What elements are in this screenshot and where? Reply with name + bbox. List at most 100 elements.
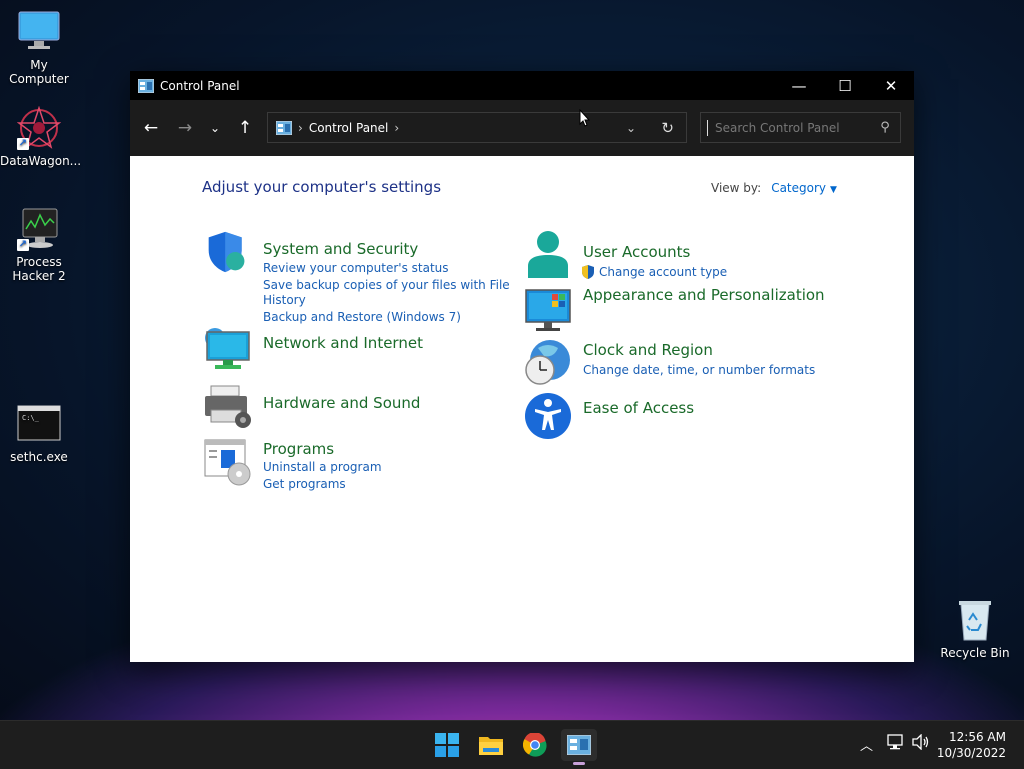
navigation-toolbar: ← → ⌄ ↑ › Control Panel › ⌄ ↻ ⚲ xyxy=(130,100,914,156)
chevron-down-icon: ⌄ xyxy=(209,121,221,135)
taskbar-file-explorer[interactable] xyxy=(473,729,509,761)
desktop-icon-label: Process Hacker 2 xyxy=(12,255,66,283)
volume-icon[interactable] xyxy=(912,733,930,754)
minimize-button[interactable]: — xyxy=(776,71,822,100)
control-panel-window: Control Panel — ☐ ✕ ← → ⌄ ↑ › Control Pa… xyxy=(130,71,914,662)
search-box[interactable]: ⚲ xyxy=(700,112,901,143)
category-link[interactable]: Backup and Restore (Windows 7) xyxy=(263,310,461,324)
clock-globe-icon[interactable] xyxy=(524,338,572,386)
category-link[interactable]: Change date, time, or number formats xyxy=(583,363,815,377)
category-title[interactable]: Appearance and Personalization xyxy=(583,286,825,304)
category-title[interactable]: Hardware and Sound xyxy=(263,394,420,412)
category-system-security: System and Security Review your computer… xyxy=(205,230,510,324)
desktop-icon-label: DataWagon... xyxy=(0,154,82,168)
process-hacker-icon: ↗ xyxy=(17,207,61,251)
forward-button[interactable]: → xyxy=(170,113,200,143)
maximize-button[interactable]: ☐ xyxy=(822,71,868,100)
category-link[interactable]: Review your computer's status xyxy=(263,261,449,275)
desktop-icon-label: Recycle Bin xyxy=(940,646,1010,660)
category-clock-region: Clock and Region Change date, time, or n… xyxy=(524,338,844,388)
search-input[interactable] xyxy=(707,119,870,136)
recycle-bin-icon xyxy=(953,598,997,642)
network-icon[interactable] xyxy=(887,734,905,754)
user-icon[interactable] xyxy=(524,230,572,278)
start-icon xyxy=(435,733,459,757)
close-button[interactable]: ✕ xyxy=(868,71,914,100)
breadcrumb-control-panel[interactable]: Control Panel xyxy=(309,121,389,135)
printer-icon[interactable] xyxy=(203,384,251,432)
category-hardware: Hardware and Sound xyxy=(203,384,503,434)
recent-locations-button[interactable]: ⌄ xyxy=(200,113,230,143)
start-button[interactable] xyxy=(429,729,465,761)
up-arrow-icon: ↑ xyxy=(237,118,253,138)
view-by: View by: Category ▼ xyxy=(711,181,837,195)
control-panel-icon xyxy=(567,735,591,755)
dropdown-arrow-icon[interactable]: ▼ xyxy=(830,185,837,195)
close-icon: ✕ xyxy=(884,76,898,95)
appearance-icon[interactable] xyxy=(524,288,572,336)
category-link[interactable]: Get programs xyxy=(263,477,346,491)
shortcut-arrow-icon: ↗ xyxy=(17,138,29,150)
network-globe-icon[interactable] xyxy=(203,326,251,374)
search-icon[interactable]: ⚲ xyxy=(870,120,900,135)
category-ease-access: Ease of Access xyxy=(524,392,844,442)
minimize-icon: — xyxy=(791,76,807,95)
category-link[interactable]: Change account type xyxy=(599,265,727,279)
control-panel-icon xyxy=(276,120,292,135)
desktop-icon-datawagon[interactable]: ↗ DataWagon... xyxy=(0,105,82,168)
clock-time: 12:56 AM xyxy=(949,730,1006,744)
content-area: Adjust your computer's settings View by:… xyxy=(130,156,914,662)
clock-date: 10/30/2022 xyxy=(936,746,1006,760)
show-hidden-icons-chevron-icon[interactable]: ︿ xyxy=(860,735,873,754)
uac-shield-icon xyxy=(582,265,594,279)
address-bar[interactable]: › Control Panel › ⌄ ↻ xyxy=(267,112,687,143)
shield-icon[interactable] xyxy=(205,230,249,274)
category-link[interactable]: History xyxy=(263,293,306,307)
taskbar: ︿ 12:56 AM 10/30/2022 xyxy=(0,720,1024,769)
cmd-icon: C:\_ xyxy=(17,402,61,446)
file-explorer-icon xyxy=(479,737,503,755)
chrome-icon xyxy=(523,733,547,757)
mouse-cursor-icon xyxy=(579,109,591,127)
breadcrumb-separator[interactable]: › xyxy=(394,121,399,135)
view-by-label: View by: xyxy=(711,181,762,195)
category-title[interactable]: System and Security xyxy=(263,240,418,258)
forward-arrow-icon: → xyxy=(177,118,193,138)
category-appearance: Appearance and Personalization xyxy=(524,286,844,336)
accessibility-icon[interactable] xyxy=(524,392,572,440)
svg-text:C:\_: C:\_ xyxy=(22,414,40,422)
category-title[interactable]: Network and Internet xyxy=(263,334,423,352)
back-button[interactable]: ← xyxy=(136,113,166,143)
category-title[interactable]: Ease of Access xyxy=(583,399,694,417)
breadcrumb-separator[interactable]: › xyxy=(298,121,303,135)
programs-icon[interactable] xyxy=(203,438,251,486)
up-button[interactable]: ↑ xyxy=(230,113,260,143)
category-programs: Programs Uninstall a program Get program… xyxy=(203,438,503,498)
desktop-icon-sethc[interactable]: C:\_ sethc.exe xyxy=(0,402,78,464)
window-title: Control Panel xyxy=(160,78,240,93)
datawagon-icon: ↗ xyxy=(16,105,62,150)
maximize-icon: ☐ xyxy=(838,76,852,95)
desktop-icon-label: My Computer xyxy=(9,58,69,86)
category-link[interactable]: Save backup copies of your files with Fi… xyxy=(263,278,510,292)
refresh-icon[interactable]: ↻ xyxy=(661,119,674,137)
shortcut-arrow-icon: ↗ xyxy=(17,239,29,251)
view-by-dropdown[interactable]: Category xyxy=(771,181,826,195)
category-user-accounts: User Accounts Change account type xyxy=(524,230,844,280)
desktop-icon-recycle-bin[interactable]: Recycle Bin xyxy=(936,598,1014,660)
back-arrow-icon: ← xyxy=(143,118,159,138)
title-bar[interactable]: Control Panel — ☐ ✕ xyxy=(130,71,914,100)
taskbar-control-panel[interactable] xyxy=(561,729,597,765)
system-clock[interactable]: 12:56 AM 10/30/2022 xyxy=(937,729,1006,761)
category-title[interactable]: Programs xyxy=(263,440,334,458)
category-network: Network and Internet xyxy=(203,326,503,376)
address-dropdown-icon[interactable]: ⌄ xyxy=(626,121,636,135)
taskbar-chrome[interactable] xyxy=(517,729,553,761)
category-title[interactable]: User Accounts xyxy=(583,243,690,261)
desktop-icon-my-computer[interactable]: My Computer xyxy=(0,10,78,86)
page-heading: Adjust your computer's settings xyxy=(202,178,442,196)
monitor-icon xyxy=(17,10,61,54)
desktop-icon-process-hacker[interactable]: ↗ Process Hacker 2 xyxy=(0,207,78,283)
category-title[interactable]: Clock and Region xyxy=(583,341,713,359)
category-link[interactable]: Uninstall a program xyxy=(263,460,382,474)
